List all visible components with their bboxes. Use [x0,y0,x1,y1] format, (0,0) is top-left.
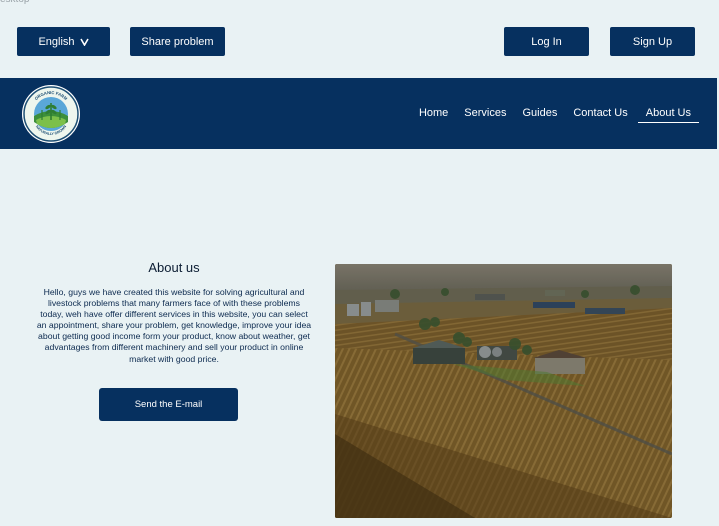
chevron-down-icon [79,37,89,46]
nav-link-about-us[interactable]: About Us [637,105,699,123]
about-body: Hello, guys we have created this website… [36,287,312,364]
nav-links: Home Services Guides Contact Us About Us [411,105,699,123]
login-button[interactable]: Log In [504,27,589,56]
nav-link-home[interactable]: Home [411,105,456,123]
top-bar: English Share problem Log In Sign Up [0,6,719,78]
farm-aerial-image [335,264,672,518]
about-title: About us [148,260,200,275]
nav-link-services[interactable]: Services [456,105,514,123]
send-email-button[interactable]: Send the E-mail [99,388,238,421]
nav-link-contact-us[interactable]: Contact Us [565,105,635,123]
share-problem-button[interactable]: Share problem [130,27,225,56]
nav-link-guides[interactable]: Guides [514,105,565,123]
main-navigation: ORGANIC FARM NATURALLY GROWN Home Servic… [0,78,717,149]
organic-farm-logo[interactable]: ORGANIC FARM NATURALLY GROWN [21,84,81,144]
signup-button[interactable]: Sign Up [610,27,695,56]
language-label: English [38,35,75,48]
about-section: About us Hello, guys we have created thi… [36,260,312,365]
frame-label: esktop [0,0,29,5]
language-selector[interactable]: English [17,27,110,56]
